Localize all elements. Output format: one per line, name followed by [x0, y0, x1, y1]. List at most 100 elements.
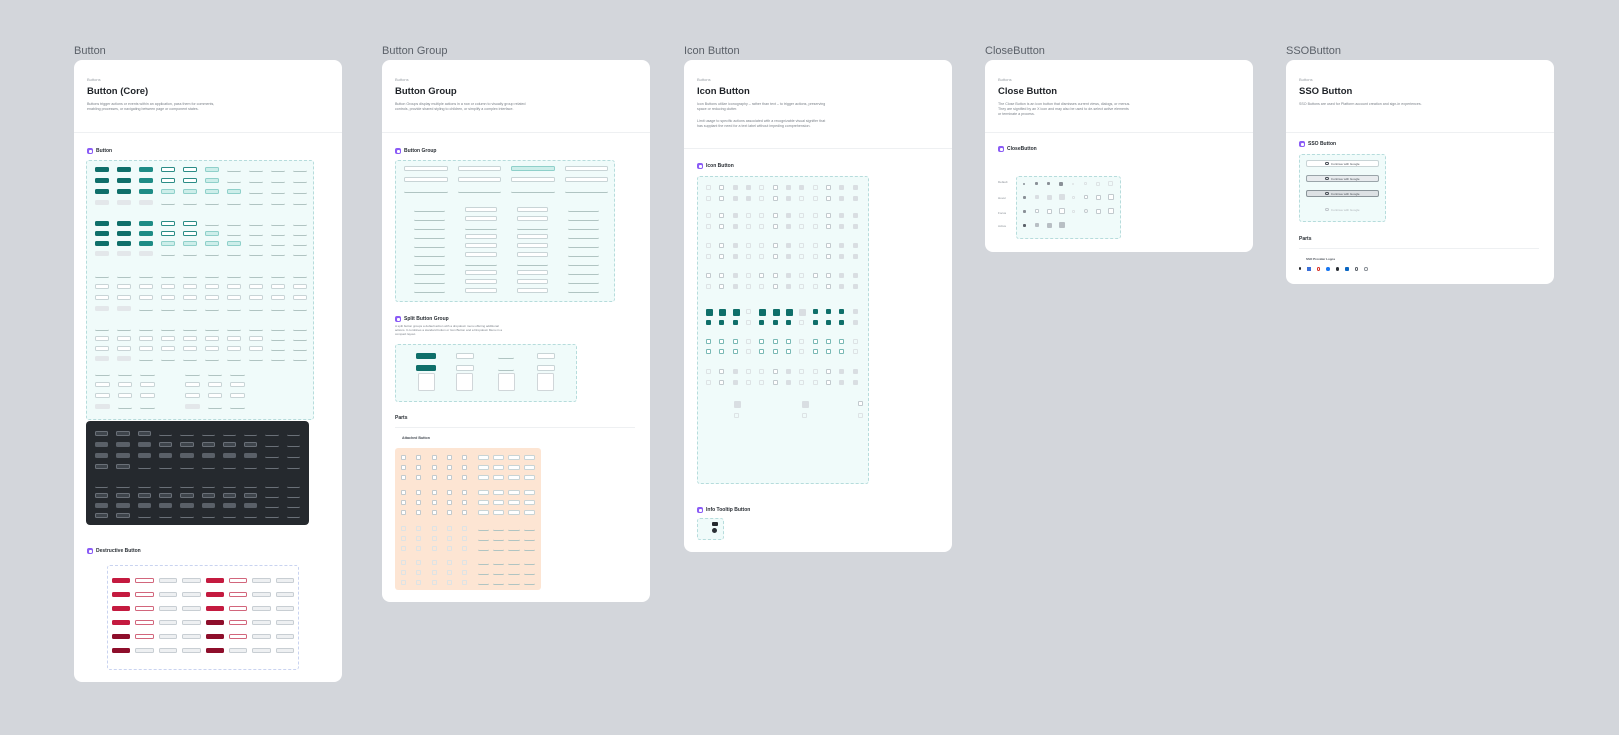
icon-button-panel	[697, 176, 869, 484]
attached-panel	[395, 448, 541, 590]
sso-parts-heading: Parts	[1299, 236, 1312, 242]
attached-grid-2	[401, 490, 535, 515]
split-out-3	[537, 353, 555, 359]
dark-grid-2	[95, 483, 300, 518]
icon-section-heading: Icon Button	[697, 163, 734, 169]
split-button-panel	[395, 344, 577, 402]
split-menu-4	[537, 373, 554, 391]
microsoft-logo-icon	[1307, 267, 1311, 271]
group-row-grid	[404, 166, 608, 193]
sso-button-eyebrow: Buttons	[1299, 77, 1313, 82]
button-card: Buttons Button (Core) Buttons trigger ac…	[74, 60, 342, 682]
section-icon	[1299, 141, 1305, 147]
frame-label-button: Button	[74, 45, 106, 57]
okta-logo-icon	[1354, 267, 1358, 271]
sso-google-default[interactable]: Continue with Google	[1306, 160, 1379, 167]
icon-button-divider	[684, 148, 952, 149]
close-grid	[1023, 181, 1116, 228]
icon-large-3	[802, 401, 809, 408]
github-logo-icon	[1335, 267, 1339, 271]
button-dark-panel	[86, 421, 309, 525]
tooltip-section-heading: Info Tooltip Button	[697, 507, 750, 513]
icon-section-label: Icon Button	[706, 163, 734, 169]
slack-logo-icon	[1364, 267, 1368, 271]
frame-label-button-group: Button Group	[382, 45, 448, 57]
sso-google-active[interactable]: Continue with Google	[1306, 190, 1379, 197]
close-section-label: CloseButton	[1007, 146, 1037, 152]
sso-label-1: Continue with Google	[1330, 161, 1360, 166]
attached-grid-3	[401, 526, 535, 551]
icon-grid-7	[706, 369, 862, 385]
icon-grid-1	[706, 185, 862, 201]
frame-label-sso-button: SSOButton	[1286, 45, 1342, 57]
split-ghost-2	[498, 365, 514, 371]
facebook-logo-icon	[1326, 267, 1330, 271]
attached-grid-4	[401, 560, 535, 585]
sso-logos-label: SSO Provider Logos	[1306, 257, 1336, 261]
button-group-eyebrow: Buttons	[395, 77, 409, 82]
tooltip-section-label: Info Tooltip Button	[706, 507, 751, 513]
icon-button-description: Icon Buttons utilize iconography – rathe…	[697, 102, 826, 111]
close-button-panel	[1016, 176, 1121, 239]
icon-grid-6	[706, 339, 862, 354]
close-button-divider	[985, 132, 1253, 133]
button-section-label: Button	[96, 148, 113, 154]
icon-grid-2	[706, 213, 862, 229]
group-col-grid	[414, 207, 599, 293]
section-icon	[87, 548, 93, 554]
icon-grid-3	[706, 243, 862, 259]
close-row-active: Active	[998, 224, 1007, 228]
button-variants-panel	[86, 160, 314, 420]
sso-google-hover[interactable]: Continue with Google	[1306, 175, 1379, 182]
close-button-description: The Close Button is an icon button that …	[998, 102, 1131, 116]
button-grid-2	[95, 221, 307, 256]
destructive-panel	[107, 565, 299, 670]
button-group-panel	[395, 160, 615, 302]
button-group-title: Button Group	[395, 86, 457, 97]
apple-logo-icon	[1299, 267, 1301, 271]
split-menu-2	[456, 373, 473, 391]
button-group-parts-heading: Parts	[395, 415, 408, 421]
dark-grid-1	[95, 431, 300, 469]
linkedin-logo-icon	[1345, 267, 1349, 271]
section-icon	[395, 316, 401, 322]
close-row-default: Default	[998, 180, 1008, 184]
google-logo-icon	[1325, 191, 1329, 196]
close-button-card: Buttons Close Button The Close Button is…	[985, 60, 1253, 252]
split-ghost-1	[498, 353, 514, 359]
section-icon	[697, 163, 703, 169]
icon-large-4	[802, 413, 807, 418]
group-section-heading: Button Group	[395, 148, 437, 154]
sso-button-title: SSO Button	[1299, 86, 1353, 97]
button-section-heading: Button	[87, 148, 112, 154]
close-button-eyebrow: Buttons	[998, 77, 1012, 82]
sso-parts-divider	[1299, 248, 1539, 249]
split-description: A split button groups a default action w…	[395, 324, 503, 336]
attached-grid-1	[401, 455, 535, 480]
split-teal-2	[416, 365, 436, 371]
info-icon[interactable]	[712, 528, 717, 533]
google-logo-icon	[1316, 267, 1320, 271]
destructive-section-label: Destructive Button	[96, 548, 141, 554]
destructive-section-heading: Destructive Button	[87, 548, 141, 554]
google-logo-icon	[1325, 207, 1329, 212]
button-description: Buttons trigger actions or events within…	[87, 102, 215, 111]
button-group-description: Button Groups display multiple actions i…	[395, 102, 526, 111]
sso-section-label: SSO Button	[1308, 141, 1337, 147]
button-group-divider	[382, 132, 650, 133]
sso-google-disabled: Continue with Google	[1306, 206, 1379, 213]
parts-divider	[395, 427, 635, 428]
sso-button-card: Buttons SSO Button SSO Buttons are used …	[1286, 60, 1554, 284]
icon-button-card: Buttons Icon Button Icon Buttons utilize…	[684, 60, 952, 552]
button-grid-4	[95, 326, 307, 361]
close-row-focus: Focus	[998, 211, 1007, 215]
tooltip-panel	[697, 518, 724, 540]
split-section-heading: Split Button Group	[395, 316, 449, 322]
sso-section-heading: SSO Button	[1299, 141, 1336, 147]
sso-button-divider	[1286, 132, 1554, 133]
tooltip-bubble	[712, 522, 718, 526]
icon-button-eyebrow: Buttons	[697, 77, 711, 82]
icon-large-1	[734, 401, 741, 408]
section-icon	[998, 146, 1004, 152]
icon-large-2	[734, 413, 739, 418]
